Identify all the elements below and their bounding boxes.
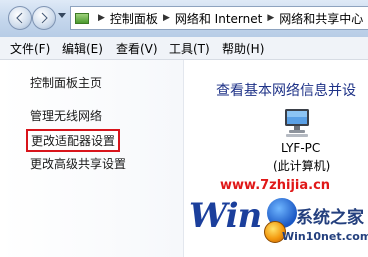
breadcrumb-separator-icon[interactable]: ▶ [267, 13, 274, 23]
change-advanced-sharing-settings-link[interactable]: 更改高级共享设置 [30, 155, 126, 172]
menu-edit[interactable]: 编辑(E) [62, 40, 103, 57]
computer-description: (此计算机) [273, 159, 331, 173]
brand-watermark-url: Win10net.com [282, 230, 368, 243]
computer-name: LYF-PC [281, 141, 321, 155]
menu-bar: 文件(F) 编辑(E) 查看(V) 工具(T) 帮助(H) [0, 37, 368, 60]
manage-wireless-networks-link[interactable]: 管理无线网络 [30, 107, 102, 124]
forward-button[interactable] [32, 6, 56, 30]
breadcrumb-separator-icon[interactable]: ▶ [98, 13, 105, 23]
forward-arrow-icon [41, 12, 49, 24]
breadcrumb[interactable]: ▶ 控制面板 ▶ 网络和 Internet ▶ 网络和共享中心 [70, 6, 368, 30]
control-panel-home-link[interactable]: 控制面板主页 [30, 74, 102, 91]
control-panel-icon [75, 12, 89, 24]
breadcrumb-separator-icon[interactable]: ▶ [163, 13, 170, 23]
menu-tools[interactable]: 工具(T) [169, 40, 210, 57]
task-pane: 控制面板主页 管理无线网络 更改适配器设置 更改高级共享设置 [0, 60, 183, 257]
recent-pages-dropdown[interactable] [58, 13, 66, 18]
change-adapter-settings-link[interactable]: 更改适配器设置 [26, 129, 121, 152]
computer-icon[interactable] [283, 108, 311, 138]
page-title: 查看基本网络信息并设 [216, 83, 356, 99]
address-bar: ▶ 控制面板 ▶ 网络和 Internet ▶ 网络和共享中心 [0, 0, 368, 38]
menu-file[interactable]: 文件(F) [10, 40, 50, 57]
back-button[interactable] [8, 6, 32, 30]
menu-view[interactable]: 查看(V) [116, 40, 158, 57]
breadcrumb-network-sharing-center[interactable]: 网络和共享中心 [279, 10, 363, 27]
menu-help[interactable]: 帮助(H) [222, 40, 264, 57]
brand-watermark-title: 系统之家 [296, 208, 364, 228]
site-watermark: www.7zhijia.cn [220, 178, 331, 193]
breadcrumb-control-panel[interactable]: 控制面板 [110, 10, 158, 27]
back-arrow-icon [15, 12, 23, 24]
windows7-logo-watermark: Win [189, 196, 262, 236]
breadcrumb-network-internet[interactable]: 网络和 Internet [175, 10, 262, 27]
